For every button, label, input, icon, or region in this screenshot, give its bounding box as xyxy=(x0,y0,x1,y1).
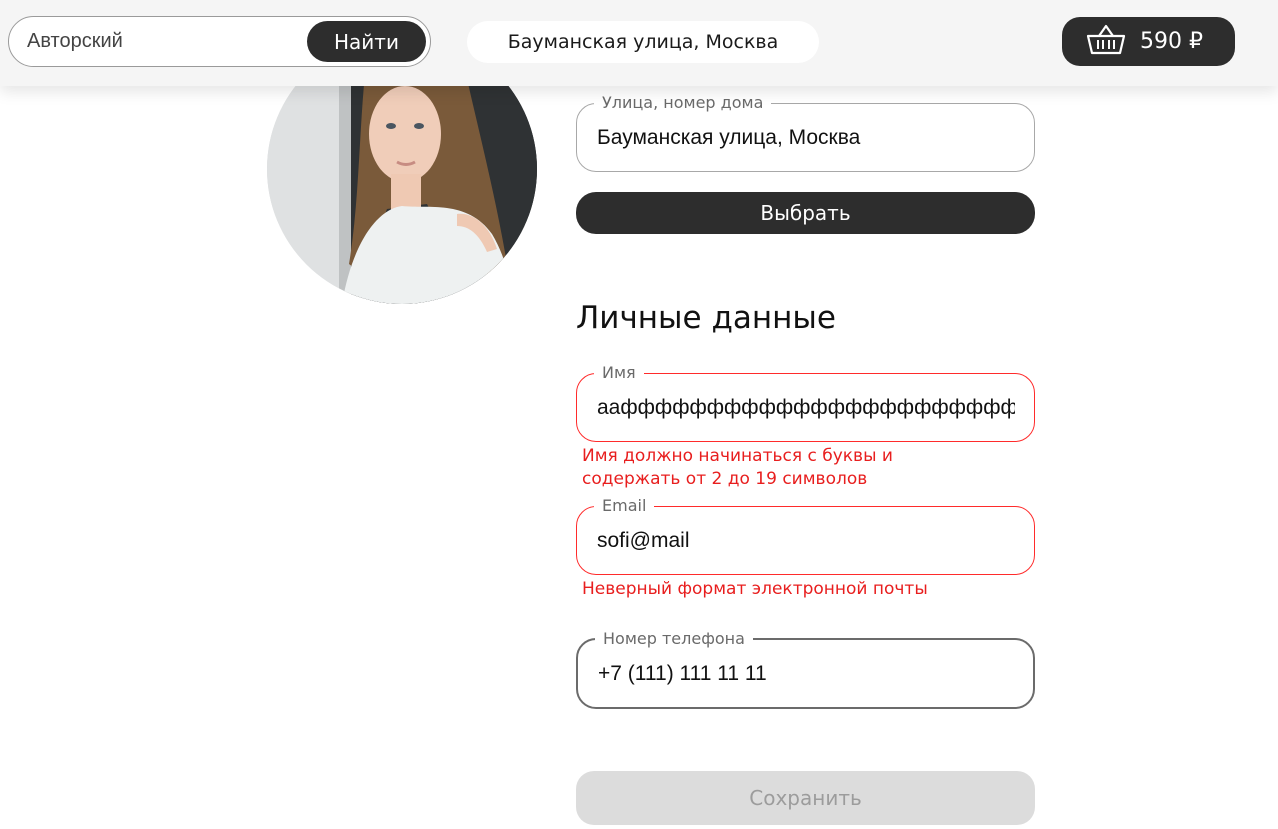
email-input[interactable] xyxy=(597,507,1015,574)
search-button[interactable]: Найти xyxy=(307,21,426,62)
cart-button[interactable]: 590 ₽ xyxy=(1062,17,1235,66)
delivery-address-text: Бауманская улица, Москва xyxy=(507,31,779,53)
search-input[interactable] xyxy=(27,17,297,66)
basket-icon xyxy=(1086,24,1126,60)
name-field[interactable]: Имя xyxy=(576,363,1035,442)
phone-input[interactable] xyxy=(598,640,1016,707)
delivery-address-button[interactable]: Бауманская улица, Москва xyxy=(467,21,819,63)
search-box[interactable]: Найти xyxy=(8,16,431,67)
phone-field[interactable]: Номер телефона xyxy=(576,629,1035,709)
name-error: Имя должно начинаться с буквы и содержат… xyxy=(582,446,893,489)
email-error: Неверный формат электронной почты xyxy=(582,579,928,599)
select-address-button[interactable]: Выбрать xyxy=(576,192,1035,234)
cart-total: 590 ₽ xyxy=(1140,29,1203,54)
street-field[interactable]: Улица, номер дома xyxy=(576,93,1035,172)
personal-data-title: Личные данные xyxy=(576,300,836,336)
street-input[interactable] xyxy=(597,104,1015,171)
top-header: Найти Бауманская улица, Москва 590 ₽ xyxy=(0,0,1278,86)
name-input[interactable] xyxy=(597,374,1015,441)
save-button[interactable]: Сохранить xyxy=(576,771,1035,825)
email-field[interactable]: Email xyxy=(576,496,1035,575)
